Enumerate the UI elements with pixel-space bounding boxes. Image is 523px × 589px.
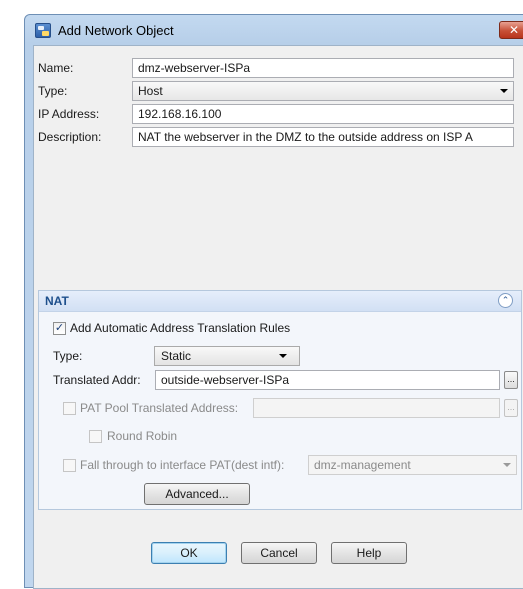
round-robin-label: Round Robin (107, 429, 178, 443)
translated-addr-browse-button[interactable]: ... (504, 371, 518, 389)
ip-address-label: IP Address: (38, 107, 100, 121)
help-button[interactable]: Help (331, 542, 407, 564)
add-network-object-dialog: Add Network Object ✕ Name: dmz-webserver… (24, 14, 523, 589)
fall-through-checkbox[interactable] (63, 459, 76, 472)
type-select-value: Host (138, 84, 163, 98)
dialog-body: Name: dmz-webserver-ISPa Type: Host IP A… (33, 45, 523, 589)
network-object-icon (35, 23, 51, 38)
chevron-down-icon (279, 354, 287, 358)
cancel-button[interactable]: Cancel (241, 542, 317, 564)
pat-pool-browse-button[interactable]: ... (504, 399, 518, 417)
name-field[interactable]: dmz-webserver-ISPa (132, 58, 514, 78)
ok-button[interactable]: OK (151, 542, 227, 564)
name-label: Name: (38, 61, 74, 75)
round-robin-checkbox[interactable] (89, 430, 102, 443)
pat-pool-label: PAT Pool Translated Address: (80, 401, 239, 415)
advanced-button[interactable]: Advanced... (144, 483, 250, 505)
fall-through-intf-select[interactable]: dmz-management (308, 455, 517, 475)
collapse-icon[interactable]: ⌃ (498, 293, 513, 308)
type-label: Type: (38, 84, 68, 98)
translated-addr-field[interactable]: outside-webserver-ISPa (155, 370, 500, 390)
nat-panel: NAT ⌃ ✓ Add Automatic Address Translatio… (38, 290, 522, 510)
nat-panel-header[interactable]: NAT ⌃ (39, 291, 521, 312)
close-button[interactable]: ✕ (499, 21, 523, 39)
add-automatic-nat-checkbox[interactable]: ✓ (53, 322, 66, 335)
nat-type-select-value: Static (161, 349, 192, 363)
chevron-down-icon (500, 89, 508, 93)
fall-through-intf-value: dmz-management (314, 458, 411, 472)
add-automatic-nat-label: Add Automatic Address Translation Rules (70, 321, 291, 335)
ip-address-field[interactable]: 192.168.16.100 (132, 104, 514, 124)
chevron-down-icon (503, 463, 511, 467)
title-bar[interactable]: Add Network Object ✕ (25, 15, 523, 45)
type-select[interactable]: Host (132, 81, 514, 101)
nat-panel-title: NAT (45, 294, 69, 308)
pat-pool-field[interactable] (253, 398, 500, 418)
fall-through-label: Fall through to interface PAT(dest intf)… (80, 458, 285, 472)
pat-pool-checkbox[interactable] (63, 402, 76, 415)
description-label: Description: (38, 130, 102, 144)
description-field[interactable]: NAT the webserver in the DMZ to the outs… (132, 127, 514, 147)
nat-type-label: Type: (53, 349, 83, 363)
translated-addr-label: Translated Addr: (53, 373, 141, 387)
dialog-title: Add Network Object (58, 23, 174, 38)
nat-type-select[interactable]: Static (154, 346, 300, 366)
